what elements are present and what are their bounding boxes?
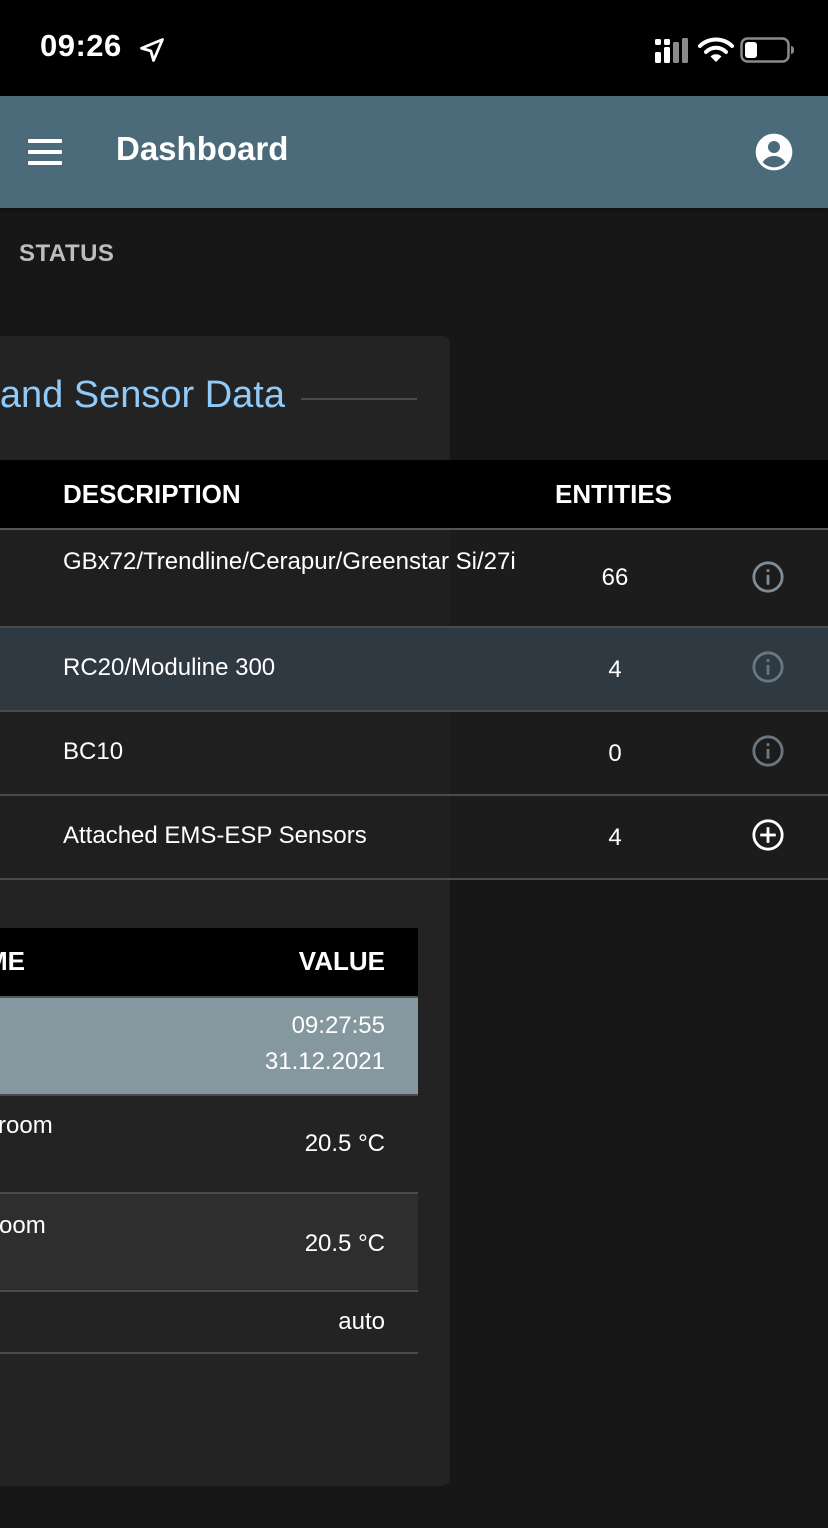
battery-icon [740, 37, 794, 63]
hamburger-menu-icon[interactable] [26, 134, 66, 170]
device-description: BC10 [63, 738, 124, 765]
device-entities: 0 [608, 740, 622, 767]
sensor-values-table: ME VALUE 09:27:55 31.12.2021 room 20.5 °… [0, 928, 418, 1354]
column-header-name: ME [0, 946, 25, 976]
devices-table: DESCRIPTION ENTITIES GBx72/Trendline/Cer… [0, 460, 828, 880]
sensor-value-date: 31.12.2021 [264, 1048, 385, 1075]
sensor-name: room [0, 1112, 53, 1139]
table-row[interactable]: auto [0, 1292, 418, 1354]
info-icon[interactable] [751, 650, 785, 684]
page-title: Dashboard [116, 130, 289, 167]
tab-status[interactable]: STATUS [19, 240, 114, 268]
add-circle-icon[interactable] [751, 818, 785, 852]
column-header-value: VALUE [298, 946, 385, 976]
app-root: 09:26 Dashboard STATUS and Sensor Data D… [0, 0, 828, 1528]
sensor-name: oom [0, 1212, 46, 1239]
sensor-value: auto [338, 1308, 385, 1335]
location-arrow-icon [140, 38, 164, 62]
sensor-value: 20.5 °C [304, 1130, 385, 1157]
cellular-signal-icon [655, 38, 688, 63]
device-entities: 4 [608, 656, 622, 683]
wifi-icon [698, 37, 734, 62]
sensor-table-header: ME VALUE [0, 928, 418, 998]
table-row[interactable]: room 20.5 °C [0, 1096, 418, 1194]
column-header-description: DESCRIPTION [63, 479, 241, 509]
ios-status-bar: 09:26 [0, 0, 828, 96]
sensor-value: 20.5 °C [304, 1230, 385, 1257]
sensor-value-time: 09:27:55 [291, 1012, 385, 1039]
table-row[interactable]: Attached EMS-ESP Sensors 4 [0, 796, 828, 880]
info-icon[interactable] [751, 560, 785, 594]
device-description: Attached EMS-ESP Sensors [63, 822, 367, 849]
devices-table-header: DESCRIPTION ENTITIES [0, 460, 828, 530]
table-row[interactable]: oom 20.5 °C [0, 1194, 418, 1292]
table-row[interactable]: GBx72/Trendline/Cerapur/Greenstar Si/27i… [0, 530, 828, 628]
sensor-value: 09:27:55 31.12.2021 [265, 1008, 385, 1080]
table-row[interactable]: 09:27:55 31.12.2021 [0, 998, 418, 1096]
device-description: GBx72/Trendline/Cerapur/Greenstar Si/27i [63, 548, 516, 575]
account-circle-icon[interactable] [754, 132, 794, 172]
column-header-entities: ENTITIES [555, 479, 673, 509]
status-time: 09:26 [40, 28, 122, 63]
device-description: RC20/Moduline 300 [63, 654, 276, 681]
info-icon[interactable] [751, 734, 785, 768]
device-entities: 66 [601, 564, 629, 591]
device-entities: 4 [608, 824, 622, 851]
card-title: and Sensor Data [0, 374, 285, 416]
app-bar: Dashboard [0, 96, 828, 208]
table-row[interactable]: BC10 0 [0, 712, 828, 796]
card-title-divider [301, 398, 417, 400]
table-row[interactable]: RC20/Moduline 300 4 [0, 628, 828, 712]
